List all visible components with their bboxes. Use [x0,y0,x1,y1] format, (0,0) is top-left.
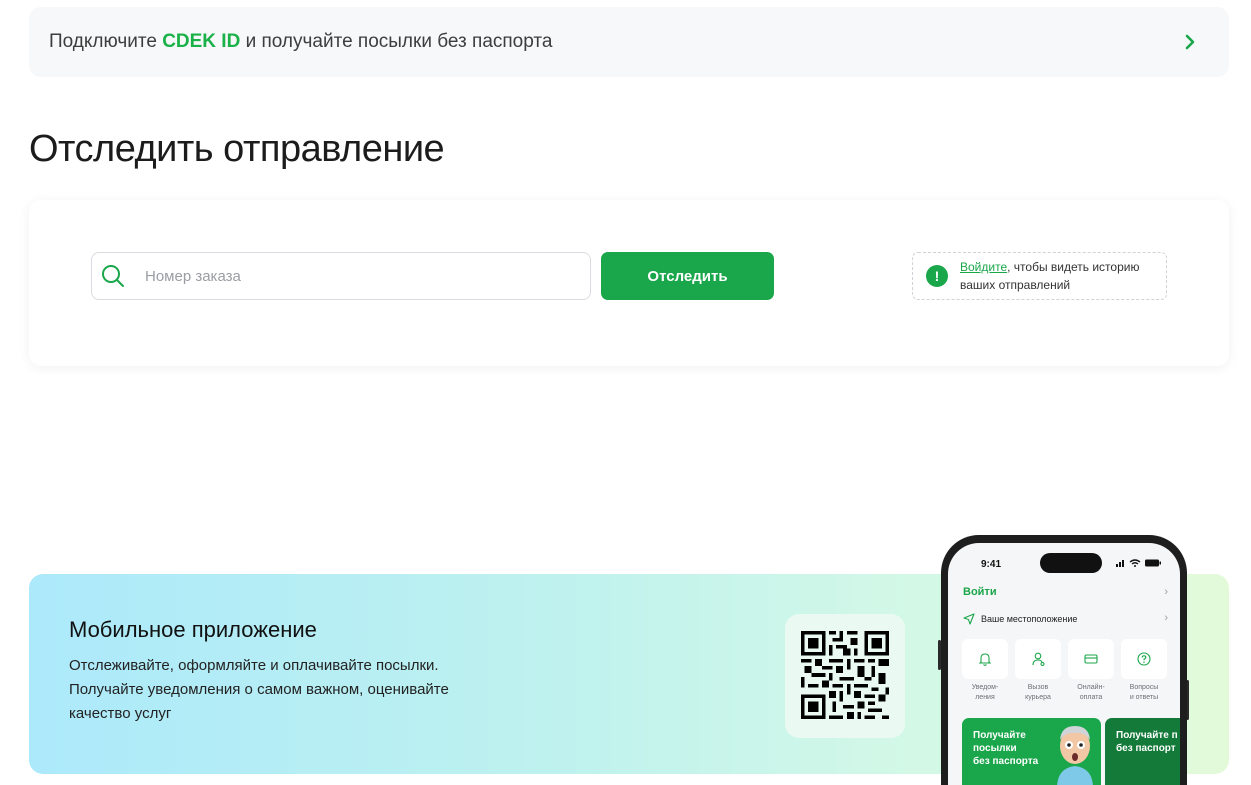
phone-promo-card: Получайте посылки без паспорта [962,718,1101,785]
qr-card[interactable] [785,614,905,738]
page: Подключите CDEK ID и получайте посылки б… [0,0,1251,785]
promo-brand: CDEK ID [162,31,241,52]
question-icon [1137,652,1151,666]
phone-screen: 9:41 Войти › Ваше местоположение › Уведо… [948,543,1180,785]
character-illustration-icon [1057,726,1093,785]
status-bar-icons [1116,559,1161,567]
phone-login-row: Войти [963,586,997,598]
tracking-card: Отследить ! Войдите, чтобы видеть истори… [29,200,1229,366]
chevron-right-icon: › [1164,586,1168,598]
courier-icon [1032,652,1045,666]
tile-label: Вопросы и ответы [1129,684,1159,701]
phone-mockup: 9:41 Войти › Ваше местоположение › Уведо… [941,535,1187,785]
page-title: Отследить отправление [29,128,445,170]
tile-label: Уведом- ления [971,684,999,701]
phone-login-label: Войти [963,586,997,598]
tile-label: Вызов курьера [1025,684,1051,701]
phone-location-row: Ваше местоположение [963,613,1077,625]
status-time: 9:41 [981,559,1002,570]
qr-code-icon [801,631,889,719]
order-number-input[interactable] [145,267,545,285]
dynamic-island [1040,553,1102,573]
login-hint-text: Войдите, чтобы видеть историю ваших отпр… [960,258,1139,294]
tile-label: Онлайн- оплата [1077,684,1105,701]
chevron-right-icon: › [1164,612,1168,624]
promo-text: Подключите CDEK ID и получайте посылки б… [49,31,552,53]
track-button[interactable]: Отследить [601,252,774,300]
phone-tile: Вызов курьера [1015,639,1061,703]
card-icon [1084,654,1098,664]
app-banner-title: Мобильное приложение [69,617,317,642]
exclamation-icon: ! [926,265,948,287]
promo-card-text: Получайте посылки без паспорта [973,730,1039,767]
phone-tiles: Уведом- ления Вызов курьера Онлайн- опла… [962,639,1167,703]
phone-tile: Вопросы и ответы [1121,639,1167,703]
order-search-box[interactable] [91,252,591,300]
chevron-right-icon[interactable] [1179,31,1201,53]
phone-tile: Уведом- ления [962,639,1008,703]
phone-location-label: Ваше местоположение [981,614,1078,624]
cdek-id-promo-banner[interactable]: Подключите CDEK ID и получайте посылки б… [29,7,1229,77]
promo-card-text: Получайте п без паспорт [1116,730,1178,754]
phone-promo-card: Получайте п без паспорт [1105,718,1180,785]
hint-text-part-2: ваших отправлений [960,278,1071,292]
app-banner-description: Отслеживайте, оформляйте и оплачивайте п… [69,657,449,722]
search-icon [102,265,124,287]
phone-tile: Онлайн- оплата [1068,639,1114,703]
bell-icon [978,653,992,666]
promo-prefix: Подключите [49,31,163,52]
promo-suffix: и получайте посылки без паспорта [240,31,553,52]
login-link[interactable]: Войдите [960,260,1007,274]
login-hint: ! Войдите, чтобы видеть историю ваших от… [912,252,1167,300]
hint-text-part-1: , чтобы видеть историю [1007,260,1140,274]
location-arrow-icon [963,613,975,625]
phone-promo-cards: Получайте посылки без паспорта Получайте… [962,718,1180,785]
